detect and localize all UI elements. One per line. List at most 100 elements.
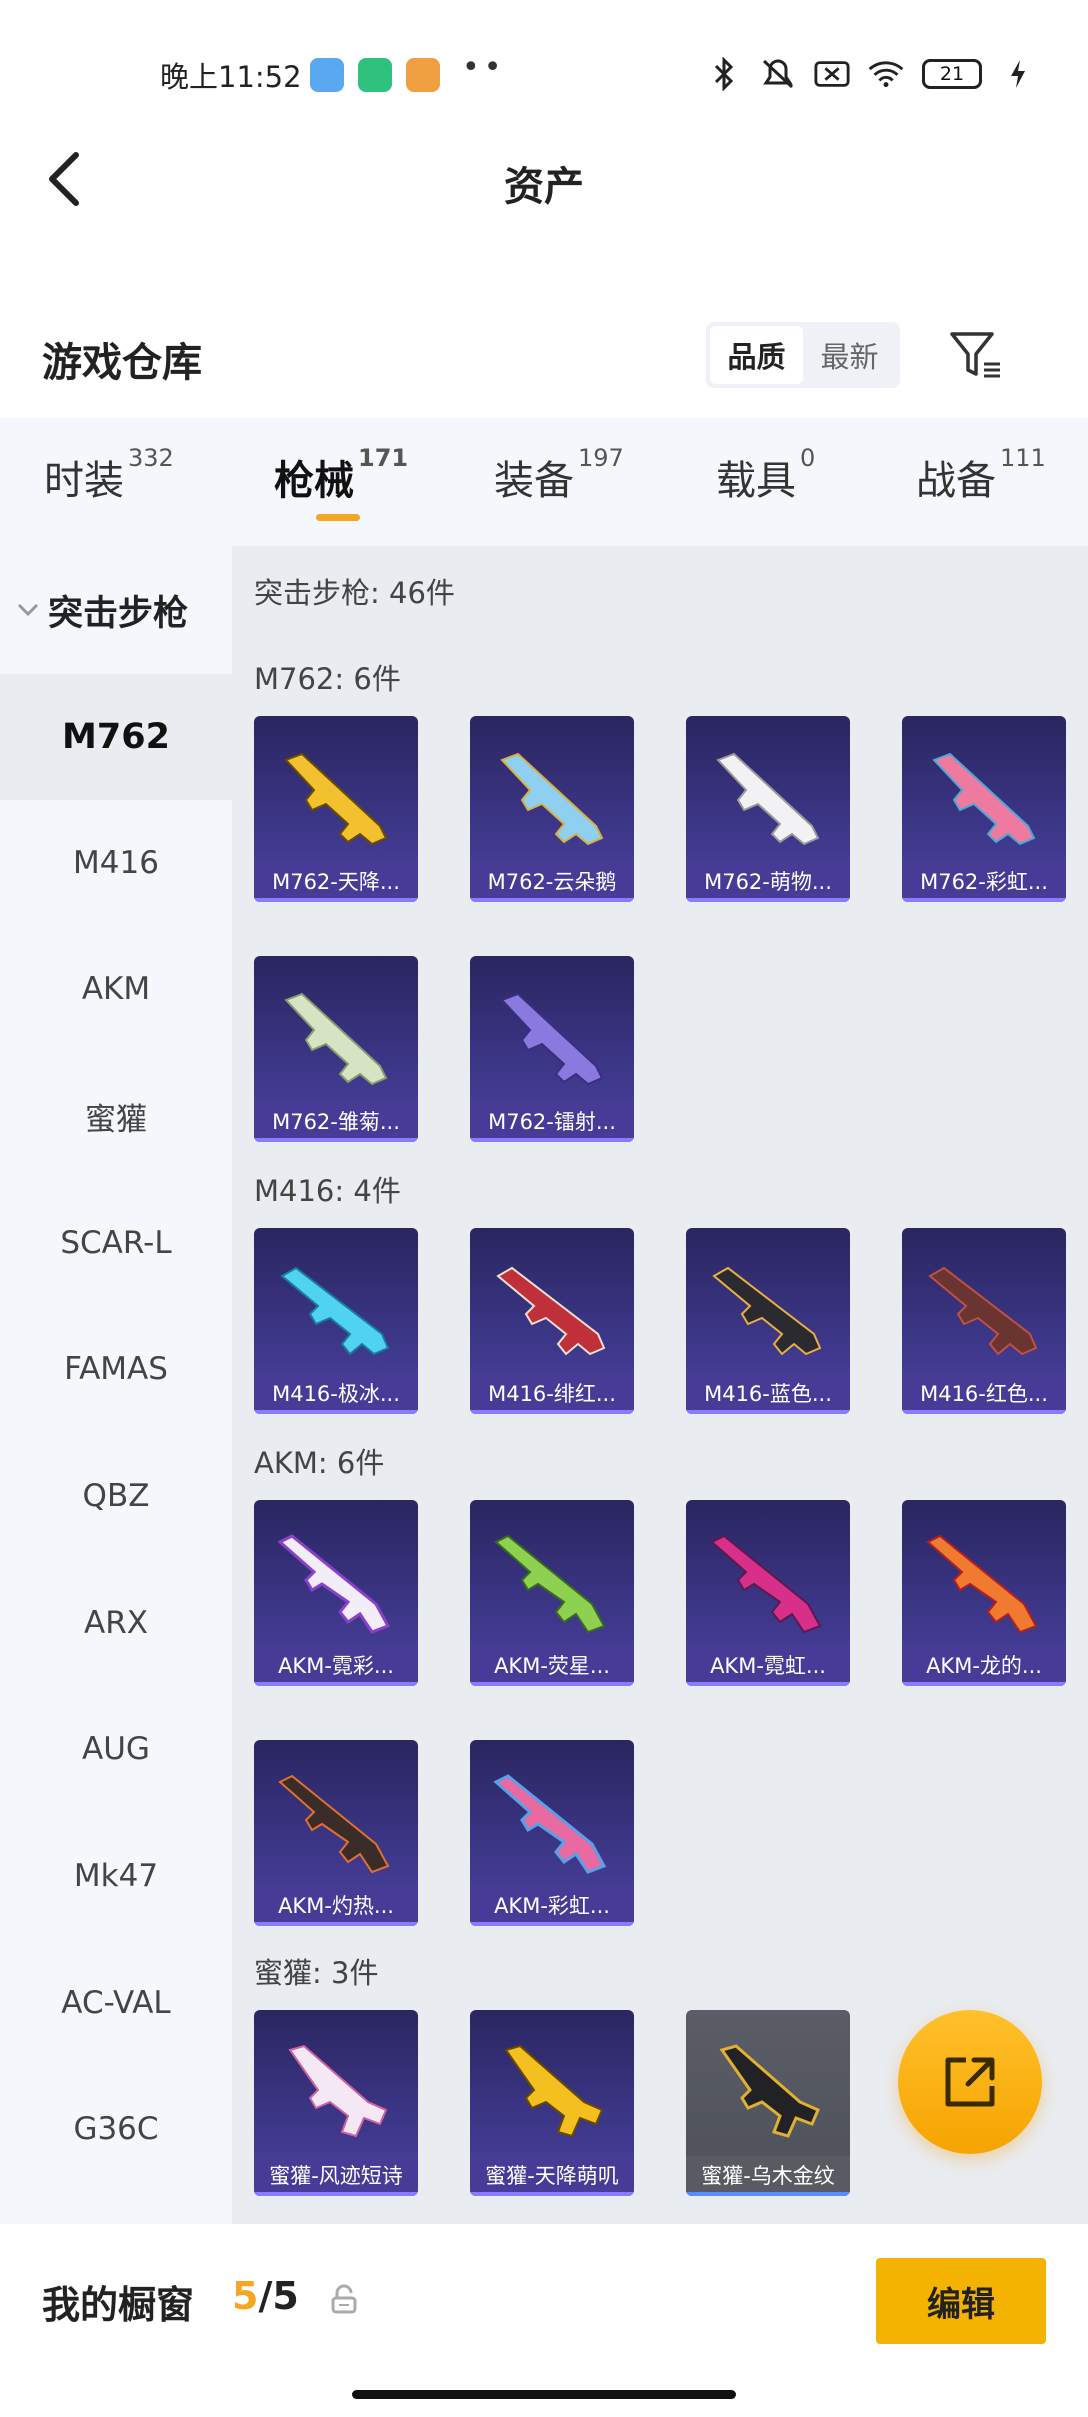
sidebar-item-scar-l[interactable]: SCAR-L [0,1180,232,1306]
weapon-card-name: M416-红色... [902,1374,1066,1414]
filter-button[interactable] [944,324,1008,388]
weapon-card-name: M416-绯红... [470,1374,634,1414]
chevron-down-icon [16,602,40,618]
weapon-card-name: M416-极冰... [254,1374,418,1414]
sidebar-group-assault-rifles[interactable]: 突击步枪 [0,546,232,674]
sim-off-icon [814,56,850,92]
weapon-type-sidebar: 突击步枪 M762 M416 AKM 蜜獾 SCAR-L FAMAS QBZ A… [0,546,232,2224]
weapon-card[interactable]: M762-云朵鹅 [470,716,634,902]
tab-fashion[interactable]: 时装 332 [44,444,174,506]
rifle-icon [493,1774,607,1874]
weapon-card[interactable]: 蜜獾-乌木金纹 [686,2010,850,2196]
nav-header: 资产 [0,130,1088,230]
wifi-icon [868,56,904,92]
sort-toggle: 品质 最新 [706,322,900,388]
sidebar-item-arx[interactable]: ARX [0,1560,232,1686]
weapon-card[interactable]: AKM-荧星... [470,1500,634,1686]
tab-war-gear[interactable]: 战备 111 [916,444,1046,506]
tab-label: 装备 [494,458,574,504]
weapon-card-name: AKM-龙的... [902,1646,1066,1686]
section-total-label: 突击步枪: 46件 [254,576,455,610]
weapon-card[interactable]: M416-蓝色... [686,1228,850,1414]
weapon-card-name: M416-蓝色... [686,1374,850,1414]
rifle-icon [284,992,388,1086]
rifle-icon [500,992,604,1086]
weapon-card[interactable]: AKM-彩虹... [470,1740,634,1926]
weapon-card[interactable]: AKM-龙的... [902,1500,1066,1686]
weapon-card[interactable]: M416-红色... [902,1228,1066,1414]
showcase-title: 我的橱窗 [42,2283,195,2327]
rifle-icon [277,1534,391,1634]
weapon-card[interactable]: M416-绯红... [470,1228,634,1414]
notification-app-icon [358,58,392,92]
battery-icon: 21 [922,59,982,89]
weapon-card[interactable]: M762-天降... [254,716,418,902]
rifle-icon [284,752,388,846]
weapon-card[interactable]: M762-雏菊... [254,956,418,1142]
weapon-card[interactable]: M416-极冰... [254,1228,418,1414]
weapon-card[interactable]: AKM-灼热... [254,1740,418,1926]
battery-level: 21 [939,63,965,85]
weapon-card-name: AKM-霓彩... [254,1646,418,1686]
sidebar-item-g36c[interactable]: G36C [0,2066,232,2192]
warehouse-header: 游戏仓库 品质 最新 [0,310,1088,420]
weapon-card[interactable]: 蜜獾-风迹短诗 [254,2010,418,2196]
rifle-icon [278,1774,390,1874]
rifle-icon [928,1266,1038,1356]
weapon-card[interactable]: M762-彩虹... [902,716,1066,902]
showcase-count-separator: / [258,2274,273,2318]
weapon-card-name: AKM-灼热... [254,1886,418,1926]
bluetooth-icon [706,56,742,92]
tab-count: 111 [1000,444,1046,472]
status-time: 晚上11:52 [160,60,302,94]
filter-icon [950,332,1000,378]
sort-option-quality[interactable]: 品质 [710,326,803,384]
page-title: 资产 [504,164,584,210]
tab-label: 载具 [716,458,796,504]
sidebar-item-mk47[interactable]: Mk47 [0,1813,232,1939]
lock-icon [331,2284,357,2314]
sidebar-item-m762[interactable]: M762 [0,674,232,800]
group-label-m762: M762: 6件 [254,662,401,696]
sidebar-item-famas[interactable]: FAMAS [0,1306,232,1432]
home-indicator[interactable] [352,2390,736,2399]
sidebar-item-akm[interactable]: AKM [0,926,232,1052]
active-tab-indicator [316,514,360,521]
sort-option-newest[interactable]: 最新 [803,326,896,384]
rifle-icon [710,1534,822,1634]
weapon-card-name: M762-雏菊... [254,1102,418,1142]
tab-vehicles[interactable]: 载具 0 [716,444,815,506]
rifle-icon [504,2044,604,2138]
showcase-count: 5/5 [232,2274,299,2318]
weapon-card[interactable]: 蜜獾-天降萌叽 [470,2010,634,2196]
tab-label: 战备 [916,458,996,504]
weapon-card-name: 蜜獾-天降萌叽 [470,2156,634,2196]
tab-count: 0 [800,444,816,472]
showcase-count-current: 5 [232,2274,259,2318]
weapon-card-name: M762-镭射... [470,1102,634,1142]
weapon-card[interactable]: M762-镭射... [470,956,634,1142]
notification-app-icon [406,58,440,92]
sidebar-item-aug[interactable]: AUG [0,1686,232,1812]
weapon-card[interactable]: AKM-霓虹... [686,1500,850,1686]
weapon-card-name: M762-萌物... [686,862,850,902]
rifle-icon [712,1266,822,1356]
weapon-card-name: AKM-霓虹... [686,1646,850,1686]
sidebar-item-m416[interactable]: M416 [0,800,232,926]
weapon-card-name: M762-天降... [254,862,418,902]
weapon-card[interactable]: AKM-霓彩... [254,1500,418,1686]
tab-firearms[interactable]: 枪械 171 [274,444,408,521]
weapon-card-name: AKM-荧星... [470,1646,634,1686]
rifle-icon [926,1534,1038,1634]
share-button[interactable] [898,2010,1042,2154]
sidebar-item-ac-val[interactable]: AC-VAL [0,1940,232,2066]
warehouse-title: 游戏仓库 [42,340,202,386]
weapon-card[interactable]: M762-萌物... [686,716,850,902]
tab-equipment[interactable]: 装备 197 [494,444,624,506]
sidebar-item-qbz[interactable]: QBZ [0,1433,232,1559]
category-tabs: 时装 332 枪械 171 装备 197 载具 0 战备 111 [0,418,1088,546]
rifle-icon [288,2044,388,2138]
edit-button[interactable]: 编辑 [876,2258,1046,2344]
sidebar-item-honey-badger[interactable]: 蜜獾 [0,1053,232,1179]
weapon-card-name: M762-云朵鹅 [470,862,634,902]
